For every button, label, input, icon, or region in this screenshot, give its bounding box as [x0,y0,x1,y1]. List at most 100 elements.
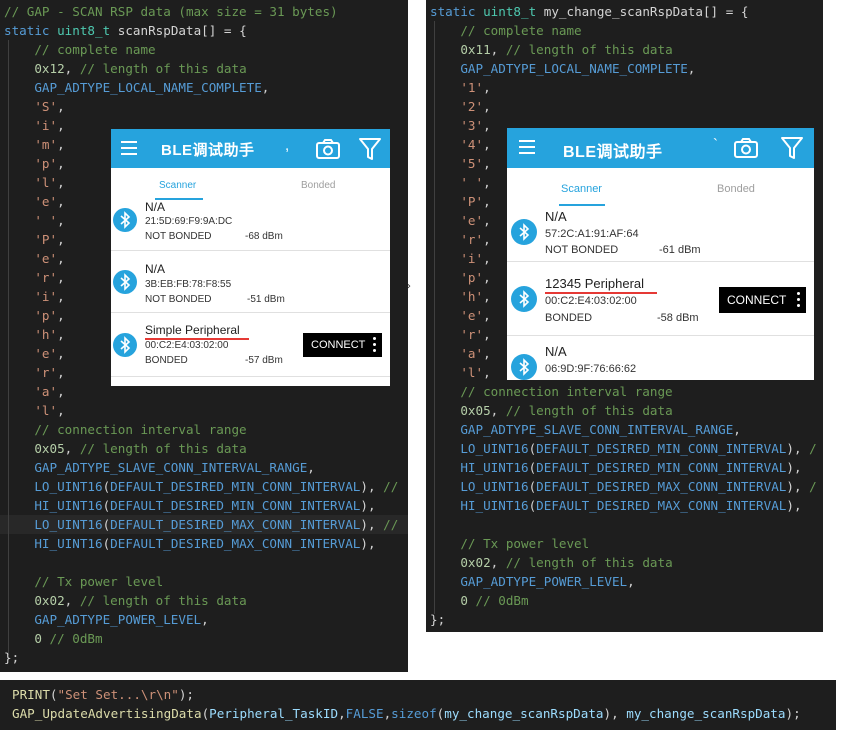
tab-bonded[interactable]: Bonded [717,183,755,195]
code-token: , [57,346,65,361]
more-vert-icon[interactable] [797,292,800,310]
code-line: GAP_ADTYPE_POWER_LEVEL, [4,610,208,629]
code-token: , [490,403,506,418]
code-line: GAP_ADTYPE_LOCAL_NAME_COMPLETE, [430,59,695,78]
code-token: HI_UINT16 [430,498,529,513]
app-bar: BLE调试助手 , [111,129,390,168]
code-token: DEFAULT_DESIRED_MIN_CONN_INTERVAL [110,498,361,513]
menu-icon[interactable] [519,140,535,154]
code-token: , [57,308,65,323]
device-name: N/A [145,262,166,276]
code-token: 'i' [4,118,58,133]
code-token: 'm' [4,137,58,152]
device-mac: 00:C2:E4:03:02:00 [145,340,229,351]
code-token: , [483,99,491,114]
tab-scanner[interactable]: Scanner [561,183,602,195]
code-line: 'r', [430,230,490,249]
connect-button[interactable]: CONNECT [303,333,382,357]
device-row[interactable]: N/A 21:5D:69:F9:9A:DC NOT BONDED -68 dBm [111,200,390,251]
code-token: '3' [430,118,484,133]
device-mac: 57:2C:A1:91:AF:64 [545,228,639,240]
code-token: , [57,403,65,418]
device-row[interactable]: N/A 3B:EB:FB:78:F8:55 NOT BONDED -51 dBm [111,251,390,313]
code-token: 0x12 [4,61,65,76]
code-token: DEFAULT_DESIRED_MAX_CONN_INTERVAL [536,498,787,513]
bluetooth-icon [511,354,537,380]
code-line: '4', [430,135,491,154]
code-token: 0x02 [430,555,491,570]
camera-icon[interactable] [733,137,759,159]
code-token: , [483,365,491,380]
code-token: , [483,270,491,285]
code-token: , [64,61,80,76]
device-mac: 06:9D:9F:76:66:62 [545,363,637,375]
device-row[interactable]: N/A 57:2C:A1:91:AF:64 NOT BONDED -61 dBm [507,206,814,262]
code-token: , [490,42,506,57]
code-line: PRINT("Set Set...\r\n"); [0,685,836,704]
code-token: // 0dBm [475,593,529,608]
code-line: 'e', [4,344,65,363]
code-line: 0x11, // length of this data [430,40,672,59]
code-token: , [483,137,491,152]
tab-scanner[interactable]: Scanner [159,180,196,191]
device-row[interactable]: N/A 06:9D:9F:76:66:62 [507,336,814,380]
filter-icon[interactable] [358,136,382,162]
code-token: , [57,327,65,342]
device-bond-state: BONDED [545,312,593,324]
code-token: GAP_ADTYPE_LOCAL_NAME_COMPLETE [430,61,688,76]
device-name: N/A [145,200,166,214]
code-token: GAP_ADTYPE_LOCAL_NAME_COMPLETE [4,80,262,95]
code-token: // length of this data [79,593,247,608]
code-token: HI_UINT16 [4,536,103,551]
code-token: // [383,517,399,532]
tab-bar: Scanner Bonded [111,168,390,201]
code-token: // GAP - SCAN RSP data (max size = 31 by… [4,4,338,19]
code-line: // complete name [430,21,581,40]
code-token: , [483,251,491,266]
code-token: , [57,365,65,380]
code-token: '1' [430,80,484,95]
device-row[interactable]: 12345 Peripheral 00:C2:E4:03:02:00 BONDE… [507,262,814,336]
code-line: 'P', [430,192,490,211]
tab-bonded[interactable]: Bonded [301,180,335,191]
code-token: // connection interval range [430,384,673,399]
code-line: LO_UINT16(DEFAULT_DESIRED_MIN_CONN_INTER… [430,439,816,458]
camera-icon[interactable] [315,138,341,160]
app-bar-mark: ` [713,136,718,153]
code-token: , [483,346,491,361]
code-token: ), [603,706,627,721]
code-token: 'P' [430,194,484,209]
device-rssi: -51 dBm [247,294,285,305]
filter-icon[interactable] [780,135,804,161]
code-line: 0x05, // length of this data [430,401,672,420]
code-token: , [57,194,65,209]
device-bond-state: NOT BONDED [545,244,619,256]
app-bar-mark: , [285,137,290,154]
code-line: 'e', [430,211,491,230]
code-token: , [483,213,491,228]
code-token: 'r' [4,270,58,285]
code-token: 'i' [4,289,58,304]
code-token: // Tx power level [4,574,164,589]
code-token: GAP_ADTYPE_SLAVE_CONN_INTERVAL_RANGE [430,422,734,437]
code-token: LO_UINT16 [4,517,103,532]
connect-button[interactable]: CONNECT [719,287,806,313]
code-line: // connection interval range [4,420,246,439]
code-token: // complete name [4,42,156,57]
code-token: DEFAULT_DESIRED_MAX_CONN_INTERVAL [536,479,787,494]
code-token: LO_UINT16 [430,441,529,456]
bluetooth-icon [113,333,137,357]
menu-icon[interactable] [121,141,137,155]
code-token: 0 [4,631,50,646]
more-vert-icon[interactable] [373,337,376,355]
code-token: 0x05 [4,441,65,456]
code-line: LO_UINT16(DEFAULT_DESIRED_MAX_CONN_INTER… [430,477,816,496]
code-token: my_change_scanRspData [626,706,786,721]
code-line: 'a', [4,382,64,401]
device-row[interactable]: Simple Peripheral 00:C2:E4:03:02:00 BOND… [111,313,390,377]
code-line: HI_UINT16(DEFAULT_DESIRED_MAX_CONN_INTER… [4,534,375,553]
code-token: ), [360,479,384,494]
code-line: static uint8_t scanRspData[] = { [4,21,247,40]
code-line: 'r', [4,268,64,287]
code-token: static [4,23,58,38]
